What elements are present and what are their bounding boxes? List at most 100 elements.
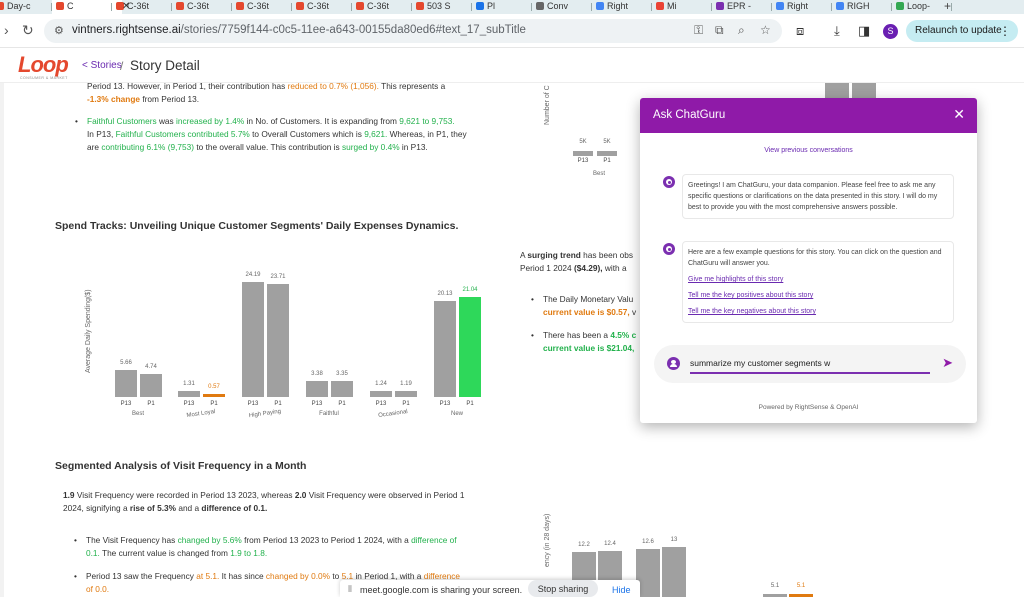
visit-section-title: Segmented Analysis of Visit Frequency in…: [55, 460, 307, 472]
browser-tab[interactable]: C-36t: [352, 0, 412, 14]
text-span: Faithful Customers: [87, 116, 157, 126]
tab-favicon-icon: [296, 2, 304, 10]
browser-tab[interactable]: C-36t: [172, 0, 232, 14]
category-label: Best: [592, 171, 605, 177]
browser-tab[interactable]: Conv: [532, 0, 592, 14]
bar-value-label: 1.31: [183, 380, 195, 387]
visit-paragraph: 1.9 Visit Frequency were recorded in Per…: [63, 489, 513, 515]
bar-period-label: P13: [311, 401, 323, 407]
reload-icon[interactable]: ↻: [22, 22, 34, 39]
tab-label: C-36t: [187, 1, 210, 11]
text-span: Period 13. However, in Period 1, their c…: [87, 81, 286, 91]
bookmark-star-icon[interactable]: ☆: [760, 23, 771, 37]
bar-period-label: P1: [147, 401, 155, 407]
text-span: 2.0: [294, 490, 307, 500]
text-span: It has since: [221, 571, 264, 581]
close-icon[interactable]: ✕: [122, 0, 130, 13]
side-panel-icon[interactable]: ◨: [858, 23, 870, 39]
text-span: 4.5% c: [610, 330, 637, 340]
send-icon[interactable]: ➤: [942, 355, 953, 371]
tab-favicon-icon: [356, 2, 364, 10]
spend-bar: [140, 374, 162, 397]
tab-label: C-36t: [307, 1, 330, 11]
tab-favicon-icon: [596, 2, 604, 10]
browser-tab[interactable]: Day-c: [0, 0, 52, 14]
share-message: meet.google.com is sharing your screen.: [360, 585, 523, 595]
new-tab-icon[interactable]: +: [944, 0, 951, 13]
loop-logo[interactable]: Loop: [18, 52, 69, 78]
visit-bar: [662, 547, 686, 597]
browser-tab[interactable]: Right: [772, 0, 832, 14]
text-span: v: [632, 307, 637, 317]
chat-input-field[interactable]: [690, 358, 930, 368]
bullet-faithful: Faithful Customers was increased by 1.4%…: [75, 115, 507, 154]
tab-label: C-36t: [247, 1, 270, 11]
profile-avatar[interactable]: S: [883, 24, 898, 39]
bar-value-label: 3.35: [336, 371, 348, 378]
bot-avatar-icon: [663, 243, 675, 255]
text-span: in P13.: [401, 142, 428, 152]
close-icon[interactable]: ✕: [953, 106, 965, 123]
text-span: current value is $21.04,: [543, 343, 635, 353]
browser-tab[interactable]: EPR -: [712, 0, 772, 14]
tab-label: C: [67, 1, 74, 11]
bar-period-label: P1: [338, 401, 346, 407]
bar-value-label: 23.71: [270, 273, 286, 280]
tab-label: 503 S: [427, 1, 451, 11]
browser-tab[interactable]: Loop-: [892, 0, 952, 14]
text-span: from Period 13 2023 to Period 1 2024, wi…: [244, 535, 409, 545]
browser-tab[interactable]: Mi: [652, 0, 712, 14]
chat-header: Ask ChatGuru ✕: [640, 98, 977, 133]
relaunch-button[interactable]: Relaunch to update ⋮: [906, 20, 1018, 42]
bar-value-label: 12.6: [642, 539, 654, 546]
text-span: are: [87, 142, 99, 152]
stop-sharing-button[interactable]: Stop sharing: [528, 580, 598, 597]
site-info-icon[interactable]: ⚙: [54, 24, 64, 37]
address-bar[interactable]: ⚙ vintners.rightsense.ai/stories/7759f14…: [44, 19, 782, 43]
text-span: with a: [604, 263, 627, 273]
text-span: rise of 5.3%: [129, 503, 177, 513]
examples-message: Here are a few example questions for thi…: [682, 241, 954, 323]
tab-favicon-icon: [476, 2, 484, 10]
browser-tab[interactable]: 503 S: [412, 0, 472, 14]
text-span: to Overall Customers which is: [252, 129, 362, 139]
tab-favicon-icon: [56, 2, 64, 10]
bar-period-label: P1: [402, 401, 410, 407]
view-previous-conversations-link[interactable]: View previous conversations: [640, 147, 977, 154]
browser-tab[interactable]: C-36t: [112, 0, 172, 14]
password-key-icon[interactable]: ⚿: [694, 23, 703, 38]
category-label: Occasional: [377, 408, 409, 420]
input-underline: [690, 372, 930, 374]
zoom-icon[interactable]: ⌕: [738, 23, 745, 38]
text-span: 9,621.: [364, 129, 388, 139]
browser-tab[interactable]: Right: [592, 0, 652, 14]
text-span: 1.9: [63, 490, 75, 500]
browser-tab[interactable]: C-36t: [292, 0, 352, 14]
extensions-icon[interactable]: ⧈: [796, 23, 804, 39]
suggestion-positives[interactable]: Tell me the key positives about this sto…: [688, 290, 948, 301]
text-span: changed by 0.0%: [265, 571, 331, 581]
customers-y-axis-title: Number of C: [544, 85, 551, 125]
bar-period-label: P13: [577, 158, 589, 164]
visit-bullet-1: The Visit Frequency has changed by 5.6% …: [74, 534, 506, 560]
open-in-new-icon[interactable]: ⧉: [715, 23, 724, 38]
drag-handle-icon[interactable]: ⦀: [348, 584, 352, 595]
tab-label: Conv: [547, 1, 569, 11]
text-span: was: [158, 116, 174, 126]
browser-tab[interactable]: C-36t: [232, 0, 292, 14]
suggestion-highlights[interactable]: Give me highlights of this story: [688, 274, 948, 285]
hide-share-bar-link[interactable]: Hide: [612, 585, 631, 595]
breadcrumb-separator: /: [120, 59, 124, 73]
text-span: A: [520, 250, 526, 260]
breadcrumb-stories-link[interactable]: < Stories: [82, 60, 122, 71]
text-span: In P13,: [87, 129, 114, 139]
bar-value-label: 3.38: [311, 370, 323, 377]
browser-tab[interactable]: Pl: [472, 0, 532, 14]
download-icon[interactable]: ⤓: [834, 23, 840, 39]
forward-icon[interactable]: ›: [4, 22, 9, 38]
suggestion-negatives[interactable]: Tell me the key negatives about this sto…: [688, 306, 948, 317]
browser-tab[interactable]: RIGH: [832, 0, 892, 14]
tab-label: Mi: [667, 1, 677, 11]
more-menu-icon[interactable]: ⋮: [999, 20, 1011, 42]
spend-bar: [459, 296, 481, 397]
